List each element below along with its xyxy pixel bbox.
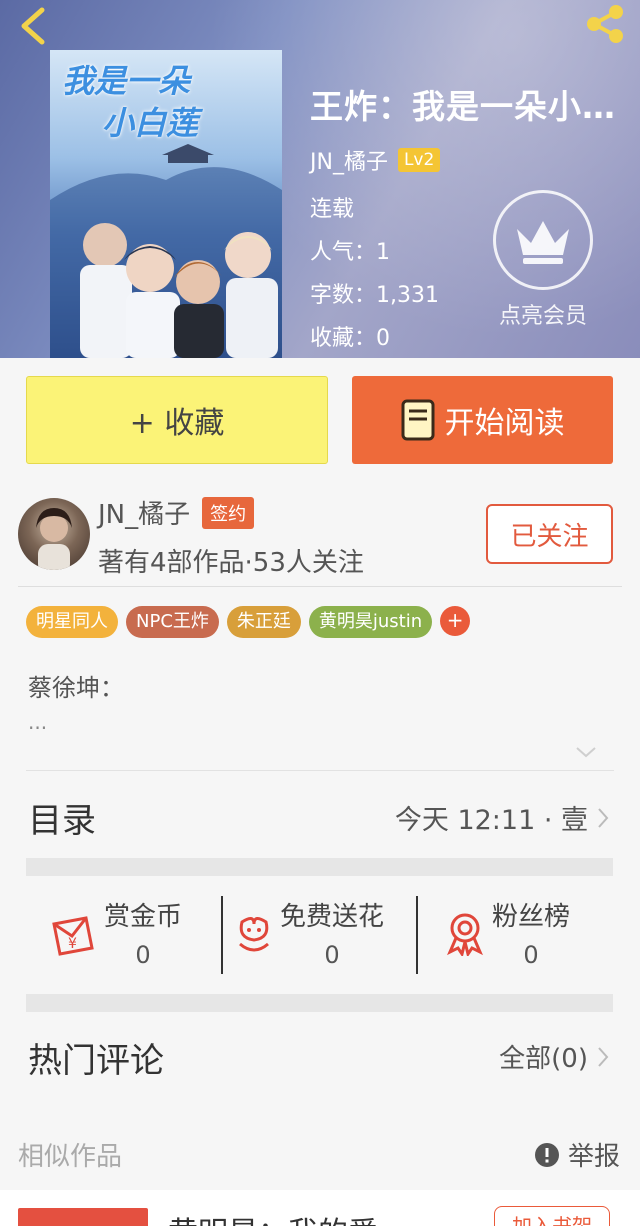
level-badge: Lv2 <box>397 148 441 172</box>
vip-button[interactable]: 点亮会员 <box>493 190 593 330</box>
divider <box>26 770 614 771</box>
similar-work-cover <box>18 1208 148 1226</box>
collect-label: + 收藏 <box>129 406 225 441</box>
follow-button[interactable]: 已关注 <box>486 504 613 564</box>
author-name[interactable]: JN_橘子 <box>98 494 190 531</box>
stat-value: 0 <box>135 941 151 969</box>
similar-works-title: 相似作品 <box>18 1142 123 1172</box>
stat-value: 0 <box>523 941 539 969</box>
reward-coins-button[interactable]: ¥ 赏金币 0 <box>50 896 182 974</box>
tag-item[interactable]: NPC王炸 <box>126 606 219 638</box>
book-icon <box>401 399 434 441</box>
tag-list: 明星同人 NPC王炸 朱正廷 黄明昊justin + <box>26 606 471 638</box>
share-icon <box>587 5 623 43</box>
flower-icon <box>239 917 269 952</box>
warning-icon <box>534 1142 559 1167</box>
tag-item[interactable]: 黄明昊justin <box>308 606 433 638</box>
book-author-line[interactable]: JN_橘子 Lv2 <box>310 144 635 176</box>
report-button[interactable]: 举报 <box>534 1136 620 1173</box>
intro-text: 蔡徐坤： <box>28 674 124 702</box>
report-label: 举报 <box>567 1142 620 1172</box>
book-title: 王炸：我是一朵小白莲 <box>310 87 635 126</box>
similar-work-title: 黄明昊：我的爱 <box>168 1208 378 1226</box>
stat-label: 赏金币 <box>104 902 183 932</box>
badge-icon <box>447 913 483 956</box>
catalog-title[interactable]: 目录 <box>28 793 96 842</box>
collect-button[interactable]: + 收藏 <box>26 376 328 464</box>
book-author[interactable]: JN_橘子 <box>310 144 388 176</box>
back-arrow-icon <box>21 7 45 45</box>
section-separator <box>26 994 613 1012</box>
intro-ellipsis: ... <box>28 710 48 734</box>
hot-comments-title: 热门评论 <box>28 1041 164 1081</box>
more-tags-button[interactable]: + <box>440 606 471 636</box>
red-envelope-icon: ¥ <box>52 916 94 956</box>
crown-icon <box>493 190 593 290</box>
stat-value: 0 <box>324 941 340 969</box>
author-stats: 著有4部作品·53人关注 <box>98 548 364 578</box>
start-reading-label: 开始阅读 <box>444 406 565 441</box>
back-button[interactable] <box>14 4 54 48</box>
expand-intro-button[interactable] <box>574 744 598 764</box>
book-cover[interactable]: 我是一朵 小白莲 <box>50 50 282 358</box>
similar-work-item[interactable]: 黄明昊：我的爱 加入书架 <box>0 1190 640 1226</box>
svg-text:¥: ¥ <box>68 936 77 952</box>
stat-label: 粉丝榜 <box>492 902 571 932</box>
signed-badge: 签约 <box>202 496 255 529</box>
tag-item[interactable]: 明星同人 <box>26 606 118 638</box>
vertical-divider <box>221 896 223 974</box>
section-separator <box>26 858 613 876</box>
all-comments-label: 全部(0) <box>499 1044 588 1074</box>
tag-item[interactable]: 朱正廷 <box>226 606 301 638</box>
author-name-row[interactable]: JN_橘子 签约 <box>98 494 255 531</box>
chevron-right-icon <box>598 807 609 828</box>
chevron-down-icon <box>576 747 596 758</box>
free-flower-button[interactable]: 免费送花 0 <box>234 896 384 974</box>
stat-label: 免费送花 <box>280 902 385 932</box>
book-header: 我是一朵 小白莲 王炸：我是一朵小白莲 JN_橘子 Lv2 连载 人气：1 字数… <box>0 0 640 358</box>
share-button[interactable] <box>580 2 630 46</box>
latest-chapter: 今天 12:11 · 壹 <box>394 805 588 836</box>
catalog-latest[interactable]: 今天 12:11 · 壹 <box>395 798 610 837</box>
start-reading-button[interactable]: 开始阅读 <box>352 376 613 464</box>
author-avatar[interactable] <box>18 498 90 570</box>
follow-label: 已关注 <box>510 521 589 552</box>
add-to-shelf-button[interactable]: 加入书架 <box>494 1206 610 1226</box>
fan-ranking-button[interactable]: 粉丝榜 0 <box>444 896 570 974</box>
all-comments-link[interactable]: 全部(0) <box>499 1038 610 1075</box>
cover-illustration <box>50 144 282 358</box>
chevron-right-icon <box>598 1046 609 1067</box>
vip-label: 点亮会员 <box>498 304 587 329</box>
vertical-divider <box>416 896 418 974</box>
divider <box>18 586 622 587</box>
